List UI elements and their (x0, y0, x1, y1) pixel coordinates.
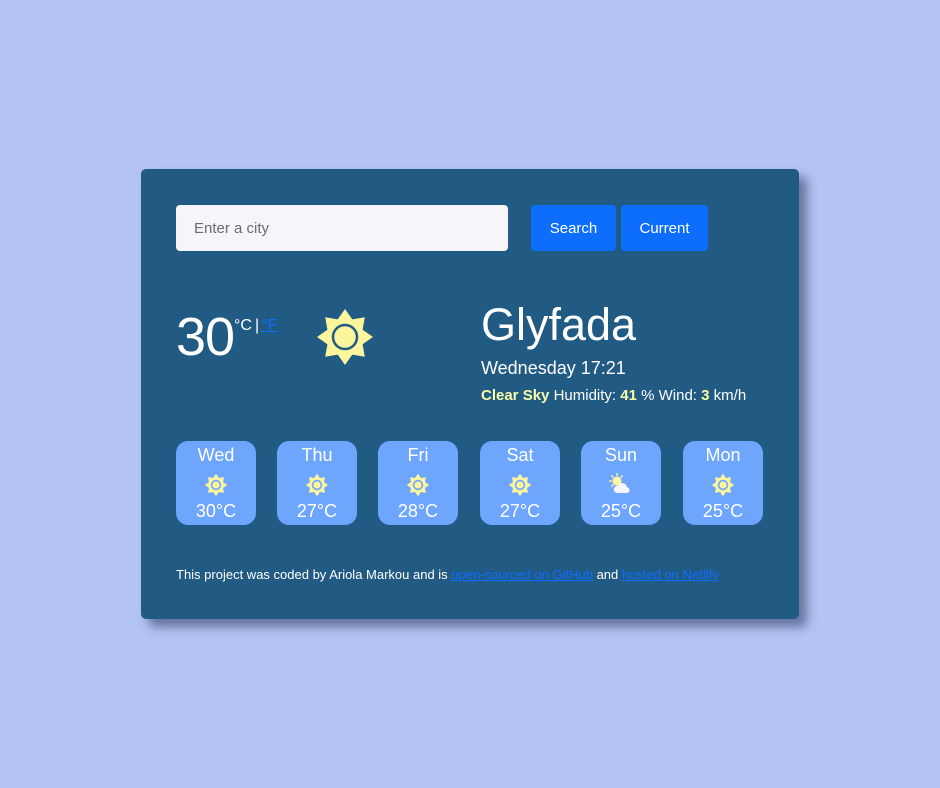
forecast-temperature: 30°C (195, 501, 237, 521)
sun-icon (508, 473, 532, 497)
forecast-day: Mon 25°C (683, 441, 763, 525)
unit-switcher: °C | °F (234, 317, 277, 335)
current-temperature: 30 (176, 307, 235, 367)
forecast-day-name: Sat (506, 445, 534, 465)
sun-icon (711, 473, 735, 497)
current-location-button[interactable]: Current (621, 205, 708, 251)
forecast-day: Sun 25°C (581, 441, 661, 525)
sun-icon (305, 473, 329, 497)
humidity-label: Humidity: (553, 387, 617, 404)
forecast-day: Fri 28°C (378, 441, 458, 525)
forecast-temperature: 25°C (702, 501, 744, 521)
unit-separator: | (254, 317, 260, 334)
city-search-input[interactable] (176, 205, 508, 251)
forecast-day-name: Wed (197, 445, 235, 465)
weather-card: Search Current 30 °C|°F Glyfada Wednesda… (141, 169, 799, 619)
wind-unit: km/h (713, 387, 747, 404)
wind-value: 3 (701, 387, 710, 404)
forecast-temperature: 27°C (499, 501, 541, 521)
footer-text-middle: and (592, 567, 622, 582)
celsius-unit: °C (234, 317, 252, 334)
forecast-temperature: 28°C (397, 501, 439, 521)
weather-details: Clear Sky Humidity: 41 % Wind: 3 km/h (481, 386, 781, 406)
fahrenheit-link[interactable]: °F (261, 317, 277, 334)
footer: This project was coded by Ariola Markou … (176, 567, 719, 582)
forecast-day-name: Thu (301, 445, 333, 465)
forecast-day: Wed 30°C (176, 441, 256, 525)
wind-label: Wind: (658, 387, 697, 404)
humidity-value: 41 (620, 387, 637, 404)
sun-icon (204, 473, 228, 497)
forecast-day-name: Sun (604, 445, 638, 465)
location-block: Glyfada Wednesday 17:21 Clear Sky Humidi… (481, 300, 781, 406)
github-link[interactable]: open-sourced on GitHub (451, 567, 593, 582)
humidity-unit: % (641, 387, 655, 404)
footer-text: This project was coded by Ariola Markou … (176, 567, 452, 582)
forecast-day-name: Mon (705, 445, 741, 465)
weather-description: Clear Sky (481, 387, 550, 404)
forecast-temperature: 25°C (600, 501, 642, 521)
city-name: Glyfada (481, 299, 637, 350)
forecast-day: Thu 27°C (277, 441, 357, 525)
forecast-day: Sat 27°C (480, 441, 560, 525)
sun-cloud-icon (609, 473, 630, 493)
forecast-temperature: 27°C (296, 501, 338, 521)
forecast-day-name: Fri (407, 445, 429, 465)
date-time: Wednesday 17:21 (481, 358, 626, 378)
netlify-link[interactable]: hosted on Netlify (622, 567, 719, 582)
sun-icon (317, 309, 373, 365)
search-button[interactable]: Search (531, 205, 616, 251)
sun-icon (406, 473, 430, 497)
